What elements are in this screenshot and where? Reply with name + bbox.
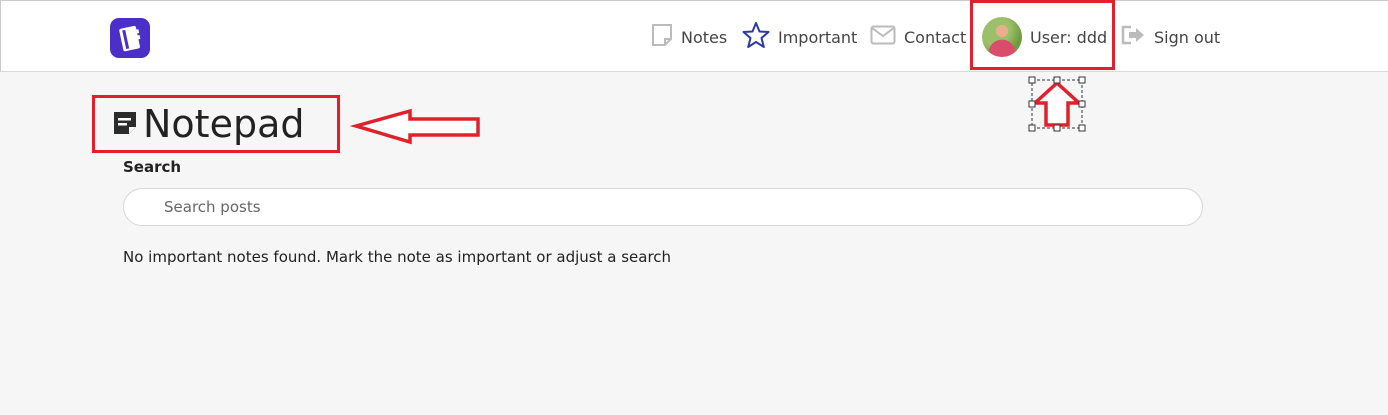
annotation-highlight-title: [92, 95, 340, 153]
envelope-icon: [870, 25, 896, 49]
annotation-up-arrow: [1028, 76, 1086, 132]
nav-important-link[interactable]: Important: [742, 21, 857, 53]
notebook-logo-icon[interactable]: [110, 18, 150, 58]
nav-important-label: Important: [778, 27, 858, 47]
top-navbar: Notes Important Contact User: ddd Sign o…: [0, 0, 1388, 72]
annotation-highlight-user: [970, 0, 1115, 70]
nav-signout-label: Sign out: [1154, 27, 1221, 47]
nav-notes-link[interactable]: Notes: [651, 21, 727, 53]
search-input[interactable]: [123, 188, 1203, 226]
sign-out-icon: [1120, 24, 1146, 50]
annotation-left-arrow: [349, 108, 480, 145]
sticky-note-icon: [651, 23, 673, 51]
nav-signout-link[interactable]: Sign out: [1120, 21, 1220, 53]
star-icon: [742, 21, 770, 53]
search-label: Search: [123, 158, 182, 176]
empty-state-message: No important notes found. Mark the note …: [123, 248, 672, 266]
nav-notes-label: Notes: [681, 27, 728, 47]
nav-contact-label: Contact: [904, 27, 967, 47]
nav-contact-link[interactable]: Contact: [870, 21, 966, 53]
